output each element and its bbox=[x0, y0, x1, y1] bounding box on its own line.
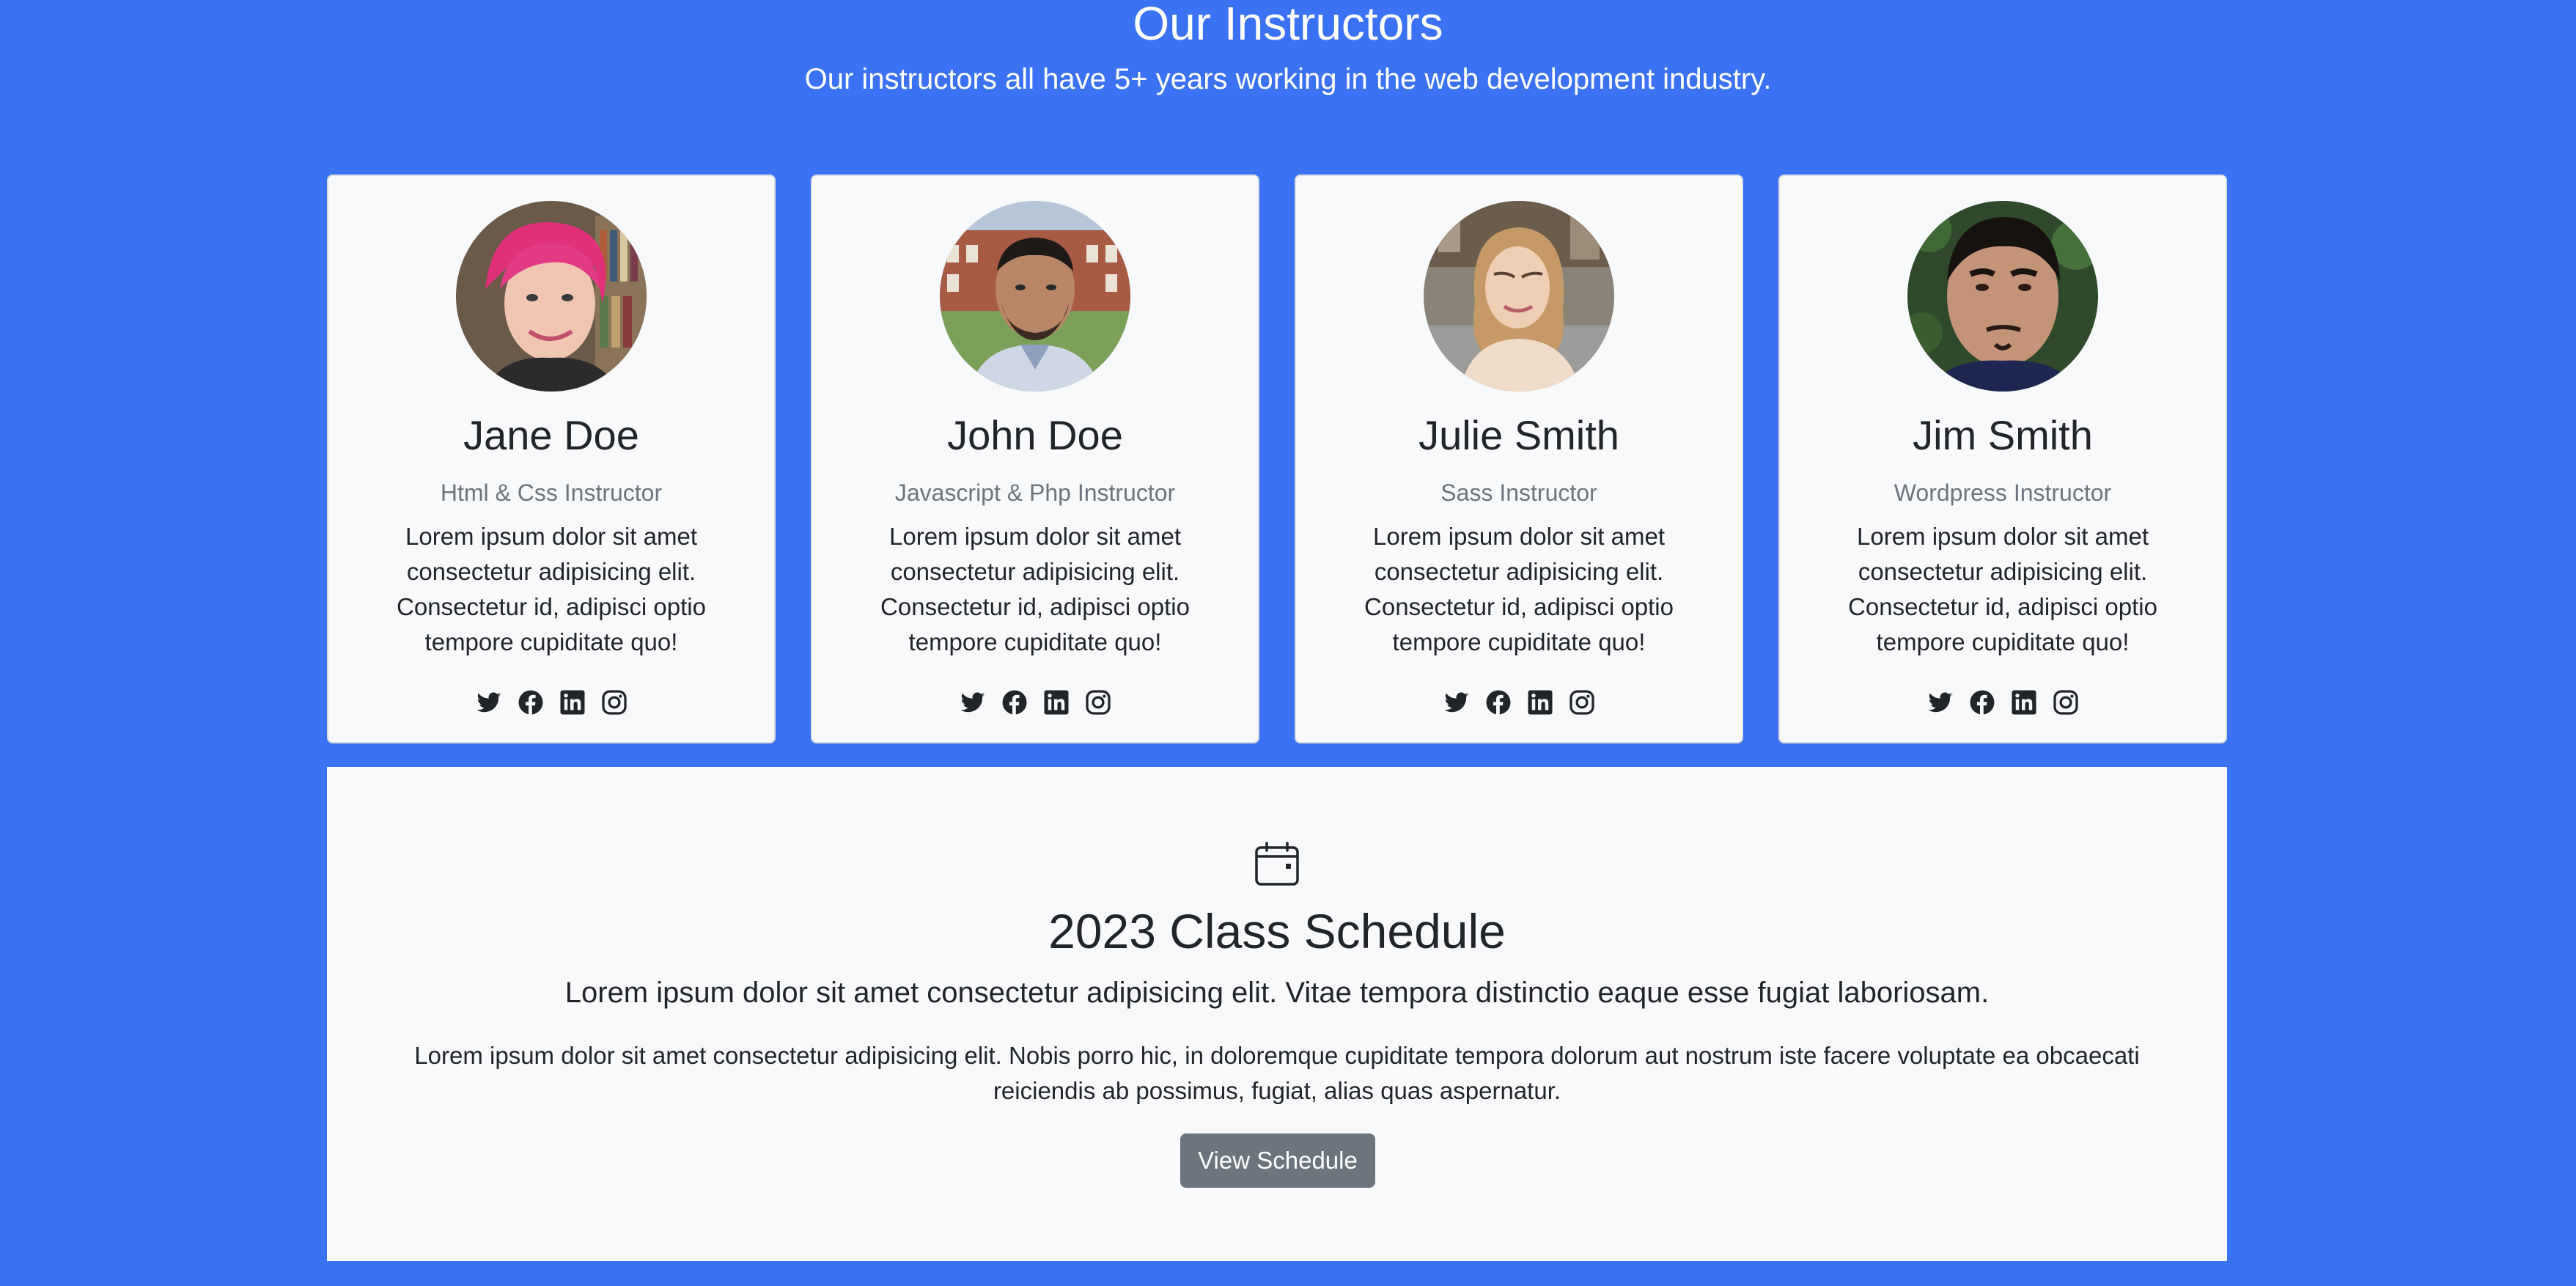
instructor-bio: Lorem ipsum dolor sit amet consectetur a… bbox=[880, 523, 1190, 655]
schedule-title: 2023 Class Schedule bbox=[1048, 904, 1506, 958]
instructor-role: Wordpress Instructor bbox=[1894, 480, 2112, 506]
view-schedule-button[interactable]: View Schedule bbox=[1180, 1133, 1375, 1188]
instructor-name: Jane Doe bbox=[463, 412, 639, 458]
twitter-icon[interactable] bbox=[1927, 689, 1954, 716]
class-schedule-section: 2023 Class Schedule Lorem ipsum dolor si… bbox=[327, 767, 2227, 1261]
avatar bbox=[456, 201, 647, 392]
twitter-icon[interactable] bbox=[476, 689, 502, 716]
section-subtitle: Our instructors all have 5+ years workin… bbox=[804, 63, 1772, 95]
twitter-icon[interactable] bbox=[960, 689, 986, 716]
social-links bbox=[328, 689, 774, 719]
linkedin-icon[interactable] bbox=[2011, 689, 2037, 716]
section-title: Our Instructors bbox=[1133, 0, 1443, 50]
facebook-icon[interactable] bbox=[1485, 689, 1512, 716]
instructor-name: Jim Smith bbox=[1913, 412, 2093, 458]
instagram-icon[interactable] bbox=[601, 689, 628, 716]
avatar bbox=[940, 201, 1130, 392]
instructor-bio: Lorem ipsum dolor sit amet consectetur a… bbox=[1364, 523, 1674, 655]
facebook-icon[interactable] bbox=[1969, 689, 1995, 716]
facebook-icon[interactable] bbox=[518, 689, 544, 716]
instagram-icon[interactable] bbox=[1085, 689, 1111, 716]
instagram-icon[interactable] bbox=[1569, 689, 1595, 716]
instructor-name: John Doe bbox=[947, 412, 1123, 458]
social-links bbox=[1296, 689, 1742, 719]
instructor-bio: Lorem ipsum dolor sit amet consectetur a… bbox=[1848, 523, 2157, 655]
instructor-role: Sass Instructor bbox=[1440, 480, 1597, 506]
facebook-icon[interactable] bbox=[1001, 689, 1028, 716]
schedule-text: Lorem ipsum dolor sit amet consectetur a… bbox=[414, 1042, 2140, 1104]
instructor-card-julie-smith: Julie Smith Sass Instructor Lorem ipsum … bbox=[1295, 174, 1743, 743]
social-links bbox=[1780, 689, 2226, 719]
instructor-role: Html & Css Instructor bbox=[440, 480, 663, 506]
calendar-icon bbox=[1254, 840, 1300, 887]
avatar bbox=[1907, 201, 2098, 392]
linkedin-icon[interactable] bbox=[1527, 689, 1553, 716]
instructors-page: Our Instructors Our instructors all have… bbox=[0, 0, 2576, 1286]
instructors-header: Our Instructors Our instructors all have… bbox=[0, 0, 2576, 94]
schedule-lead: Lorem ipsum dolor sit amet consectetur a… bbox=[564, 977, 1990, 1009]
social-links bbox=[812, 689, 1258, 719]
linkedin-icon[interactable] bbox=[559, 689, 586, 716]
instructor-bio: Lorem ipsum dolor sit amet consectetur a… bbox=[397, 523, 706, 655]
avatar bbox=[1424, 201, 1614, 392]
instructor-card-jane-doe: Jane Doe Html & Css Instructor Lorem ips… bbox=[327, 174, 776, 743]
instructor-card-jim-smith: Jim Smith Wordpress Instructor Lorem ips… bbox=[1778, 174, 2227, 743]
twitter-icon[interactable] bbox=[1443, 689, 1470, 716]
instructor-name: Julie Smith bbox=[1418, 412, 1619, 458]
instagram-icon[interactable] bbox=[2053, 689, 2079, 716]
instructor-card-john-doe: John Doe Javascript & Php Instructor Lor… bbox=[811, 174, 1259, 743]
linkedin-icon[interactable] bbox=[1043, 689, 1070, 716]
instructor-cards: Jane Doe Html & Css Instructor Lorem ips… bbox=[327, 174, 2227, 743]
instructor-role: Javascript & Php Instructor bbox=[894, 480, 1176, 506]
